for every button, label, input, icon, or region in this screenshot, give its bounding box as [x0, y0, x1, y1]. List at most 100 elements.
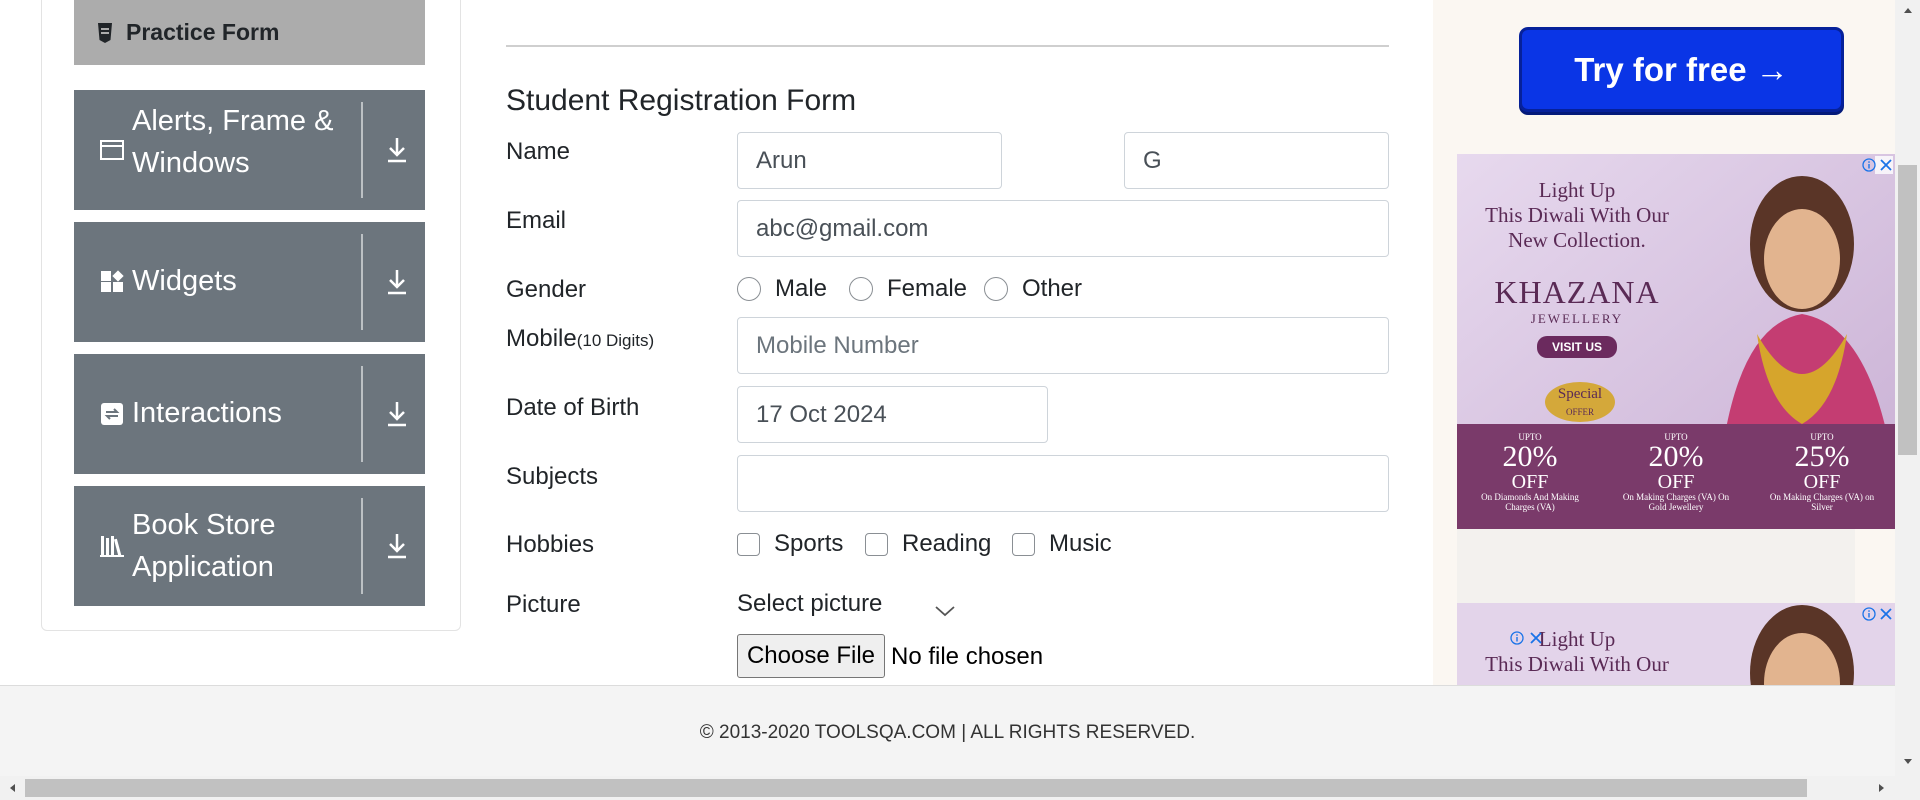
ad-deal-pct: 20%	[1648, 440, 1704, 473]
checkbox[interactable]	[865, 532, 888, 556]
ad-off: OFF	[1803, 471, 1841, 493]
dob-label: Date of Birth	[506, 394, 640, 421]
mobile-label: Mobile(10 Digits)	[506, 325, 654, 353]
radio-button[interactable]	[849, 277, 873, 301]
checkbox-label: Music	[1049, 530, 1112, 557]
ad-special: Special	[1557, 386, 1603, 402]
khazana-ad-banner[interactable]: Light Up This Diwali With Our New Collec…	[1457, 154, 1895, 529]
sidebar-item-practice-form[interactable]: Practice Form	[74, 0, 425, 65]
ad-brand: KHAZANA	[1494, 274, 1660, 310]
books-icon	[100, 536, 124, 557]
download-icon[interactable]	[383, 267, 411, 297]
sidebar-item-label: Practice Form	[126, 19, 280, 45]
close-icon[interactable]	[1529, 631, 1543, 645]
interactions-icon	[101, 403, 123, 425]
sidebar-group-interactions[interactable]: Interactions	[74, 354, 425, 474]
checkbox-label: Sports	[774, 530, 844, 557]
ad-deal-text: On Making Charges (VA) on Silver	[1769, 492, 1875, 512]
no-file-text: No file chosen	[891, 643, 1044, 670]
ad-deal: UPTO 20% OFF On Making Charges (VA) On G…	[1603, 432, 1749, 527]
sidebar-group-alerts-frame-windows[interactable]: Alerts, Frame & Windows	[74, 90, 425, 210]
email-label: Email	[506, 207, 567, 234]
sidebar-group-label: Interactions	[132, 397, 282, 429]
scroll-left-icon[interactable]	[6, 782, 18, 794]
ad-info-icon[interactable]	[1862, 607, 1876, 621]
radio-label: Male	[775, 275, 828, 302]
window-icon	[100, 140, 124, 160]
gender-label: Gender	[506, 276, 587, 303]
mobile-hint: (10 Digits)	[576, 331, 655, 350]
scroll-up-icon[interactable]	[1902, 4, 1914, 16]
ad-info-icon[interactable]	[1510, 631, 1524, 645]
ad-headline: This Diwali With Our	[1485, 203, 1669, 227]
sidebar-group-label: Book Store Application	[132, 509, 276, 583]
gender-male-radio[interactable]: Male	[737, 275, 827, 303]
scroll-right-icon[interactable]	[1876, 782, 1888, 794]
divider	[361, 498, 363, 594]
subjects-label: Subjects	[506, 463, 599, 490]
dob-input[interactable]: 17 Oct 2024	[737, 386, 1048, 443]
hobby-sports-checkbox[interactable]: Sports	[737, 530, 843, 558]
ad-offer: OFFER	[1565, 407, 1594, 417]
ad-headline: This Diwali With Our	[1485, 652, 1669, 676]
mobile-input[interactable]: Mobile Number	[737, 317, 1389, 374]
radio-button[interactable]	[984, 277, 1008, 301]
download-icon[interactable]	[383, 531, 411, 561]
widgets-icon	[101, 270, 124, 292]
sidebar-group-widgets[interactable]: Widgets	[74, 222, 425, 342]
horizontal-scrollbar-thumb[interactable]	[25, 779, 1807, 797]
sidebar-group-label: Widgets	[132, 265, 237, 297]
ad-visit-button[interactable]: VISIT US	[1537, 336, 1617, 358]
radio-button[interactable]	[737, 277, 761, 301]
ad-headline: Light Up	[1538, 178, 1616, 202]
ad-headline: New Collection.	[1508, 228, 1646, 252]
email-input[interactable]: abc@gmail.com	[737, 200, 1389, 257]
ad-info-icon[interactable]	[1862, 158, 1876, 172]
footer-copyright: © 2013-2020 TOOLSQA.COM | ALL RIGHTS RES…	[699, 722, 1196, 743]
radio-label: Female	[887, 275, 968, 302]
chevron-down-icon[interactable]	[934, 604, 956, 618]
form-title: Student Registration Form	[506, 84, 857, 117]
radio-label: Other	[1022, 275, 1083, 302]
ad-deal: UPTO 25% OFF On Making Charges (VA) on S…	[1749, 432, 1895, 527]
name-label: Name	[506, 138, 571, 165]
checkbox[interactable]	[1012, 532, 1035, 556]
hobby-reading-checkbox[interactable]: Reading	[865, 530, 991, 558]
gender-other-radio[interactable]: Other	[984, 275, 1082, 303]
choose-file-button[interactable]: Choose File	[737, 634, 885, 678]
close-icon[interactable]	[1879, 158, 1893, 172]
ad-deal-pct: 25%	[1794, 440, 1850, 473]
divider	[506, 45, 1389, 47]
divider	[361, 366, 363, 462]
try-for-free-button[interactable]: Try for free →	[1519, 27, 1844, 112]
sidebar-group-label: Alerts, Frame & Windows	[132, 105, 334, 179]
divider	[361, 102, 363, 198]
checkbox[interactable]	[737, 532, 760, 556]
form-icon	[98, 22, 112, 43]
subjects-input[interactable]	[737, 455, 1389, 512]
ad-deal: UPTO 20% OFF On Diamonds And Making Char…	[1457, 432, 1603, 527]
ad-off: OFF	[1657, 471, 1695, 493]
sidebar-group-book-store[interactable]: Book Store Application	[74, 486, 425, 606]
hobbies-label: Hobbies	[506, 531, 595, 558]
ad-deal-pct: 20%	[1502, 440, 1558, 473]
download-icon[interactable]	[383, 399, 411, 429]
last-name-input[interactable]: G	[1124, 132, 1389, 189]
ad-spacer	[1457, 529, 1855, 603]
gender-female-radio[interactable]: Female	[849, 275, 967, 303]
download-icon[interactable]	[383, 135, 411, 165]
close-icon[interactable]	[1879, 607, 1893, 621]
first-name-input[interactable]: Arun	[737, 132, 1002, 189]
vertical-scrollbar-thumb[interactable]	[1898, 165, 1917, 455]
hobby-music-checkbox[interactable]: Music	[1012, 530, 1112, 558]
ad-brand-sub: JEWELLERY	[1530, 311, 1624, 326]
ad-deal-text: On Diamonds And Making Charges (VA)	[1481, 492, 1579, 512]
scroll-down-icon[interactable]	[1902, 756, 1914, 768]
divider	[361, 234, 363, 330]
ad-headline: Light Up	[1538, 627, 1616, 651]
ad-deal-text: On Making Charges (VA) On Gold Jewellery	[1622, 492, 1730, 512]
khazana-ad-banner-2[interactable]: Light Up This Diwali With Our	[1457, 603, 1895, 685]
select-picture-text: Select picture	[737, 590, 883, 617]
mobile-label-text: Mobile	[506, 325, 577, 352]
checkbox-label: Reading	[902, 530, 992, 557]
